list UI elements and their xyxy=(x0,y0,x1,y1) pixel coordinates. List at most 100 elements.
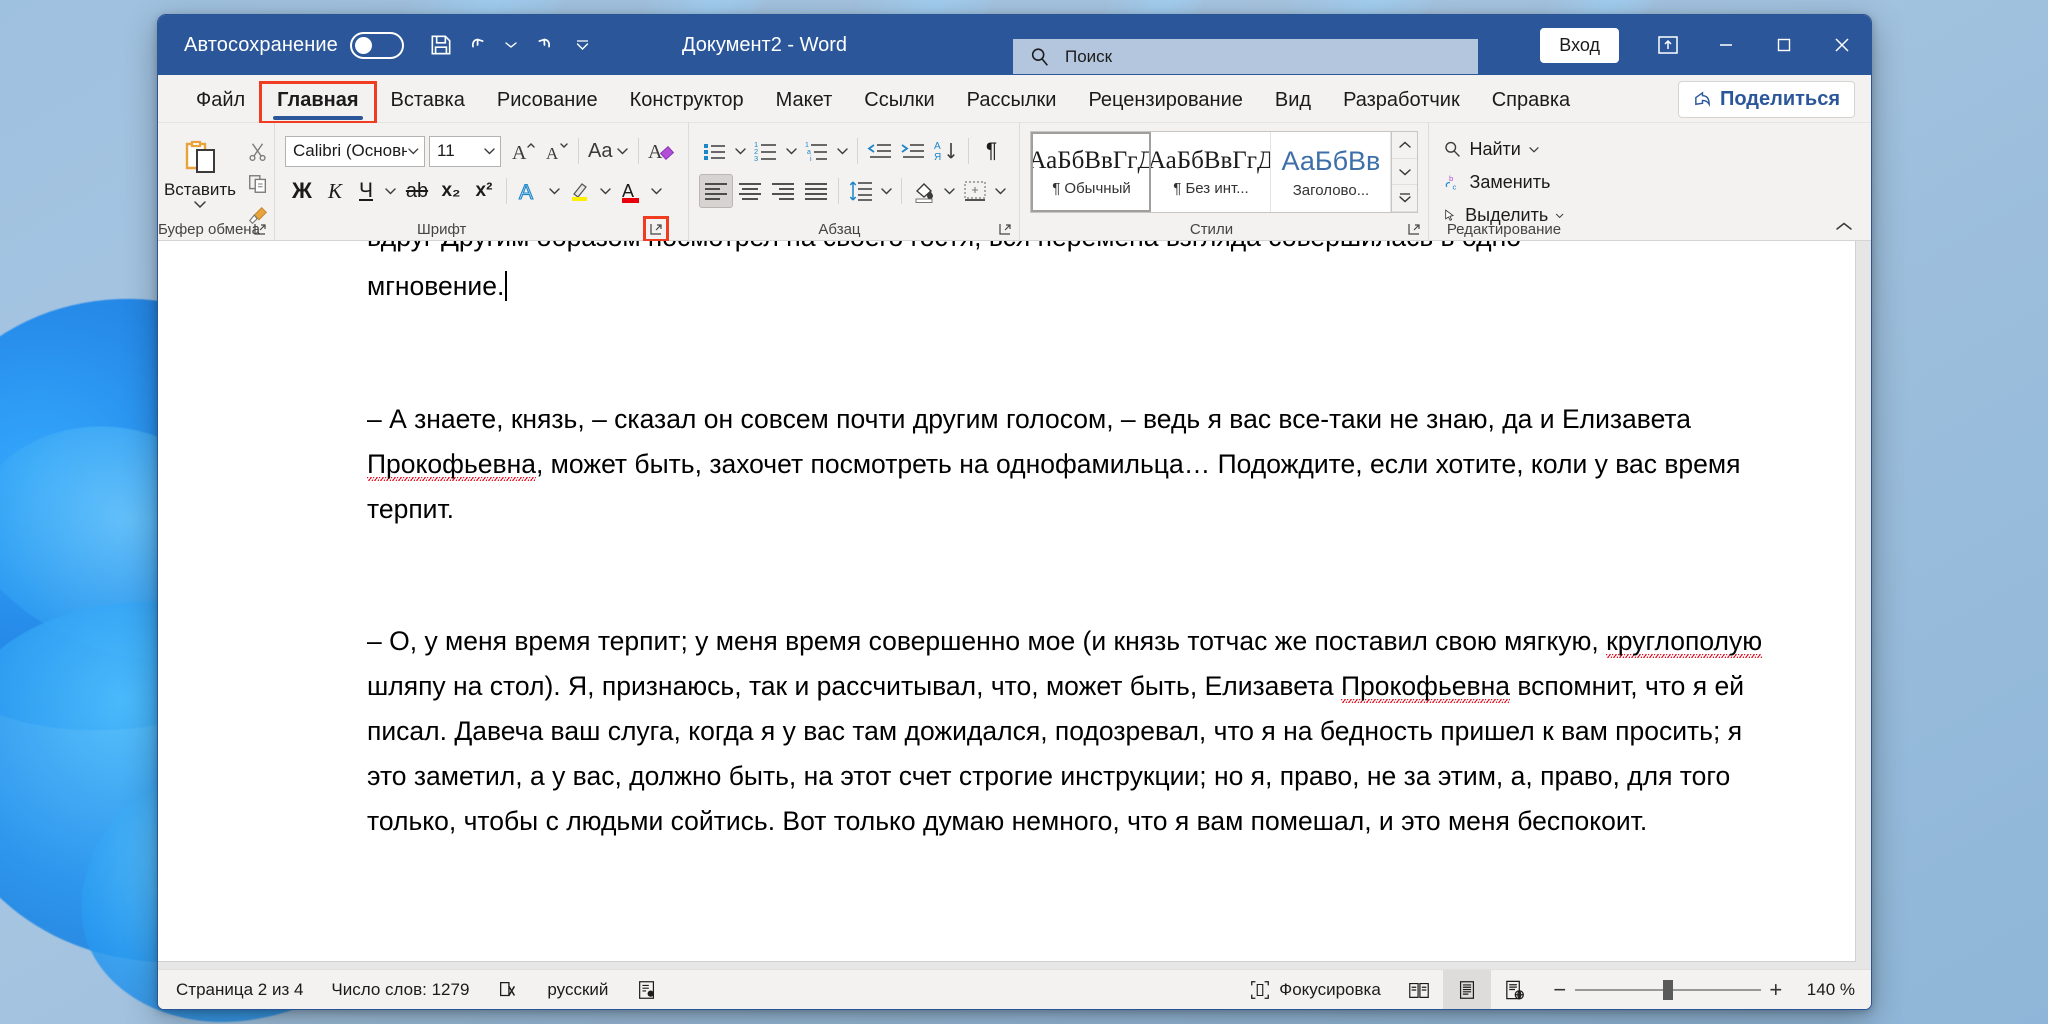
shading-button[interactable] xyxy=(908,174,940,208)
document-page[interactable]: вдруг Другим образом посмотрел на своего… xyxy=(158,241,1855,961)
close-button[interactable] xyxy=(1813,15,1871,75)
styles-dialog-launcher[interactable] xyxy=(1404,219,1424,239)
focus-mode-button[interactable]: Фокусировка xyxy=(1235,970,1395,1010)
sign-in-button[interactable]: Вход xyxy=(1540,28,1619,63)
zoom-level-label[interactable]: 140 % xyxy=(1797,980,1871,1000)
zoom-out-button[interactable]: − xyxy=(1545,977,1575,1003)
document-text-body[interactable]: вдруг Другим образом посмотрел на своего… xyxy=(367,241,1855,961)
bullets-dropdown[interactable] xyxy=(732,147,749,156)
redo-button[interactable] xyxy=(522,26,560,64)
language-status[interactable]: русский xyxy=(533,970,622,1010)
shrink-font-button[interactable]: A xyxy=(540,134,572,168)
style-item-no-spacing[interactable]: АаБбВвГгД ¶ Без инт... xyxy=(1151,132,1271,212)
maximize-button[interactable] xyxy=(1755,15,1813,75)
accessibility-status[interactable] xyxy=(622,970,672,1010)
change-case-button[interactable]: Aa xyxy=(585,134,632,168)
tab-view[interactable]: Вид xyxy=(1259,83,1327,122)
tab-insert[interactable]: Вставка xyxy=(375,83,481,122)
font-name-combo[interactable]: Calibri (Основн xyxy=(285,136,425,167)
borders-dropdown[interactable] xyxy=(992,187,1009,196)
cut-button[interactable] xyxy=(242,137,274,167)
style-item-heading1[interactable]: АаБбВв Заголово... xyxy=(1271,132,1391,212)
print-layout-button[interactable] xyxy=(1443,970,1491,1010)
strikethrough-button[interactable]: ab xyxy=(400,174,434,208)
paragraph-o-u-menya[interactable]: – О, у меня время терпит; у меня время с… xyxy=(367,619,1787,844)
tab-file[interactable]: Файл xyxy=(180,83,261,122)
align-right-button[interactable] xyxy=(767,174,799,208)
autosave-toggle[interactable] xyxy=(350,32,404,59)
text-effects-button[interactable]: A xyxy=(513,174,545,208)
text-highlight-button[interactable] xyxy=(564,174,596,208)
tab-layout[interactable]: Макет xyxy=(760,83,849,122)
text-effects-dropdown[interactable] xyxy=(546,187,563,196)
read-mode-button[interactable] xyxy=(1395,970,1443,1010)
decrease-indent-button[interactable] xyxy=(864,134,896,168)
proofing-status[interactable] xyxy=(483,970,533,1010)
customize-quick-access-button[interactable] xyxy=(574,26,592,64)
page-number-status[interactable]: Страница 2 из 4 xyxy=(158,970,317,1010)
clear-formatting-button[interactable]: A xyxy=(645,134,678,168)
spelling-error-word[interactable]: Прокофьевна xyxy=(1341,671,1510,703)
word-count-status[interactable]: Число слов: 1279 xyxy=(317,970,483,1010)
tab-developer[interactable]: Разработчик xyxy=(1327,83,1476,122)
autosave-control[interactable]: Автосохранение xyxy=(184,32,404,59)
paragraph-a-znaete[interactable]: – А знаете, князь, – сказал он совсем по… xyxy=(367,397,1787,532)
align-left-button[interactable] xyxy=(699,174,733,208)
tab-home[interactable]: Главная xyxy=(261,83,374,122)
search-box[interactable]: Поиск xyxy=(1013,39,1478,74)
tab-references[interactable]: Ссылки xyxy=(848,83,950,122)
line-spacing-dropdown[interactable] xyxy=(878,187,895,196)
styles-more-button[interactable] xyxy=(1392,185,1417,212)
minimize-button[interactable] xyxy=(1697,15,1755,75)
collapse-ribbon-button[interactable] xyxy=(1829,219,1859,234)
paste-button[interactable]: Вставить xyxy=(158,133,242,231)
superscript-button[interactable]: x² xyxy=(468,174,500,208)
underline-button[interactable]: Ч xyxy=(351,174,381,208)
styles-scroll-up-button[interactable] xyxy=(1392,132,1417,159)
shading-dropdown[interactable] xyxy=(941,187,958,196)
undo-dropdown[interactable] xyxy=(502,26,520,64)
show-formatting-marks-button[interactable]: ¶ xyxy=(975,134,1007,168)
tab-design[interactable]: Конструктор xyxy=(614,83,760,122)
justify-button[interactable] xyxy=(800,174,832,208)
paragraph-mgnovenie[interactable]: мгновение. xyxy=(367,264,1787,309)
grow-font-button[interactable]: A xyxy=(507,134,539,168)
numbering-dropdown[interactable] xyxy=(783,147,800,156)
ribbon-display-options-button[interactable] xyxy=(1639,15,1697,75)
tab-help[interactable]: Справка xyxy=(1476,83,1586,122)
font-dialog-launcher[interactable] xyxy=(646,219,666,239)
styles-gallery-scrollbar[interactable] xyxy=(1391,132,1417,212)
tab-draw[interactable]: Рисование xyxy=(481,83,614,122)
spelling-error-word[interactable]: круглополую xyxy=(1606,626,1762,658)
find-button[interactable]: Найти xyxy=(1439,133,1568,166)
text-highlight-dropdown[interactable] xyxy=(597,187,614,196)
zoom-in-button[interactable]: + xyxy=(1761,977,1791,1003)
font-size-combo[interactable]: 11 xyxy=(429,136,501,167)
document-scroll-area[interactable]: вдруг Другим образом посмотрел на своего… xyxy=(158,241,1871,969)
borders-button[interactable] xyxy=(959,174,991,208)
zoom-slider-thumb[interactable] xyxy=(1663,980,1673,1000)
italic-button[interactable]: К xyxy=(320,174,350,208)
subscript-button[interactable]: x₂ xyxy=(435,174,467,208)
style-item-normal[interactable]: АаБбВвГгД ¶ Обычный xyxy=(1031,132,1151,212)
styles-scroll-down-button[interactable] xyxy=(1392,159,1417,186)
copy-button[interactable] xyxy=(242,169,274,199)
multilevel-list-button[interactable]: 1 a i xyxy=(801,134,833,168)
spelling-error-word[interactable]: Прокофьевна xyxy=(367,449,536,481)
zoom-slider-track[interactable] xyxy=(1575,989,1761,991)
sort-button[interactable]: A Я xyxy=(930,134,962,168)
share-button[interactable]: Поделиться xyxy=(1678,81,1855,118)
paragraph-dialog-launcher[interactable] xyxy=(995,219,1015,239)
web-layout-button[interactable] xyxy=(1491,970,1539,1010)
increase-indent-button[interactable] xyxy=(897,134,929,168)
font-color-dropdown[interactable] xyxy=(648,187,665,196)
tab-review[interactable]: Рецензирование xyxy=(1072,83,1258,122)
zoom-slider[interactable]: − + xyxy=(1539,977,1797,1003)
undo-button[interactable] xyxy=(462,26,500,64)
clipboard-dialog-launcher[interactable] xyxy=(250,219,270,239)
font-color-button[interactable]: A xyxy=(615,174,647,208)
align-center-button[interactable] xyxy=(734,174,766,208)
replace-button[interactable]: b c Заменить xyxy=(1439,166,1568,199)
tab-mailings[interactable]: Рассылки xyxy=(951,83,1073,122)
bullets-button[interactable] xyxy=(699,134,731,168)
